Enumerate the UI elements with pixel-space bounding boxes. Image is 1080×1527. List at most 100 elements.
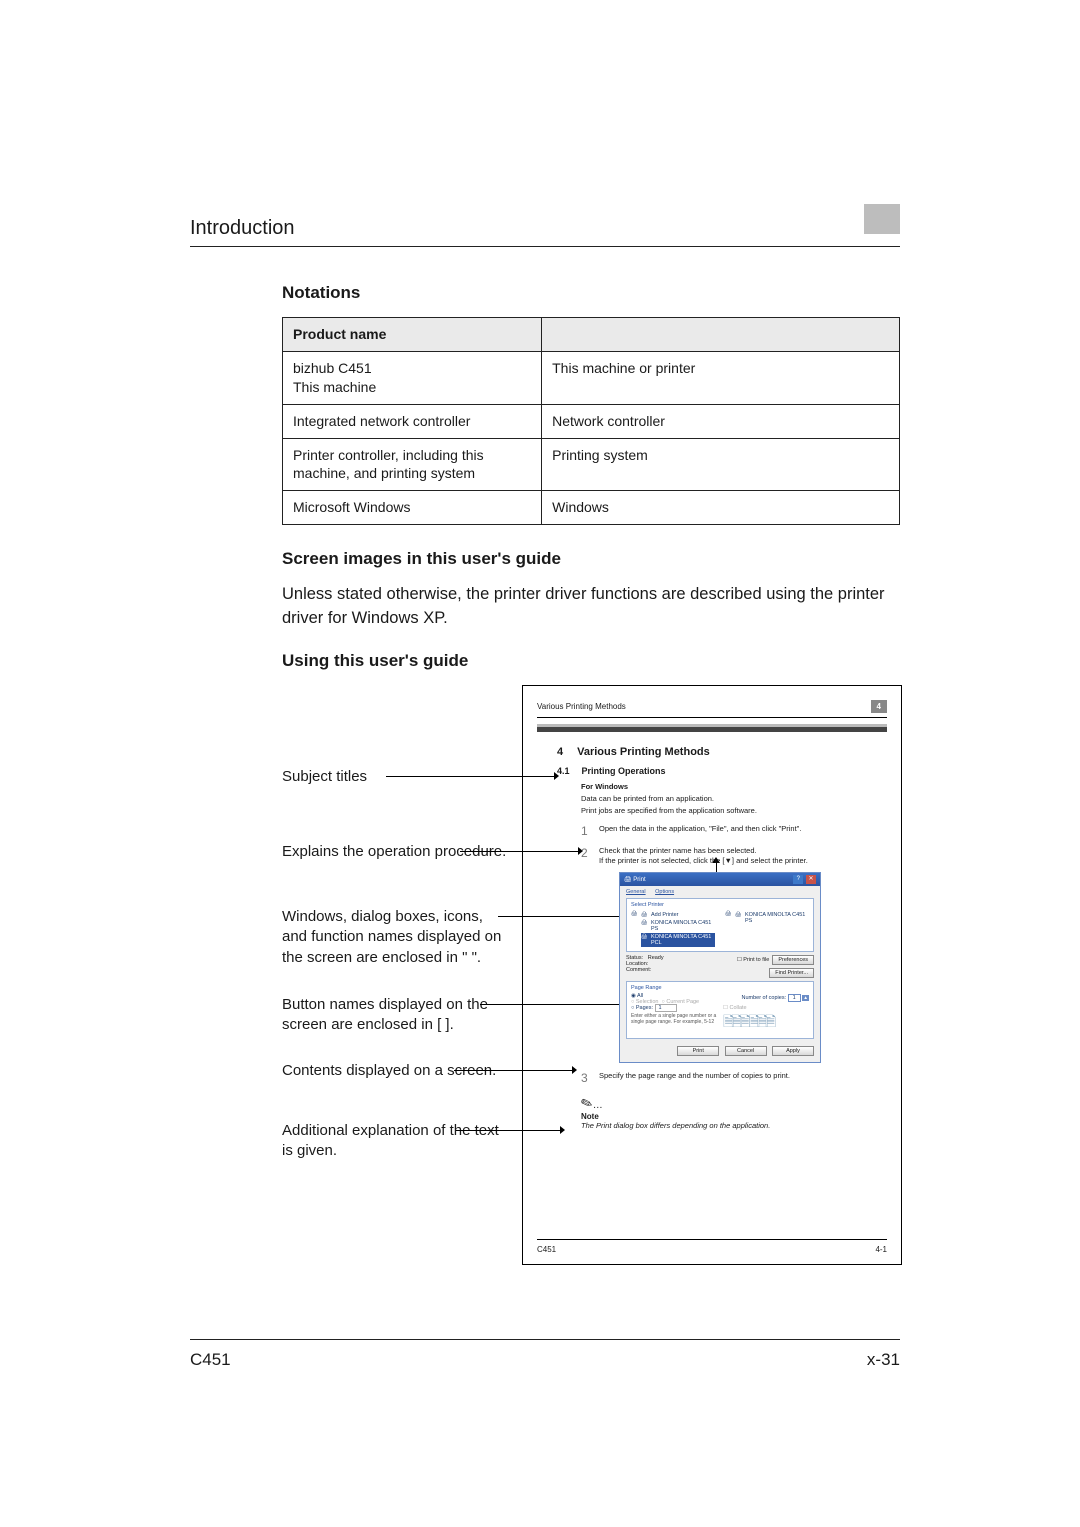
sample-chapter-row: 4 Various Printing Methods — [557, 746, 887, 758]
list-item[interactable]: KONICA MINOLTA C451 PS — [735, 911, 809, 925]
group-title: Select Printer — [631, 902, 809, 908]
comment-label: Comment: — [626, 967, 651, 973]
dialog-titlebar: 🖨 Print ? ✕ — [620, 873, 820, 886]
sample-header-chapter: 4 — [871, 700, 887, 713]
screen-images-body: Unless stated otherwise, the printer dri… — [282, 583, 900, 631]
cell: Integrated network controller — [283, 404, 542, 438]
sample-step: 1 Open the data in the application, "Fil… — [581, 824, 887, 838]
print-dialog: 🖨 Print ? ✕ General Options — [619, 872, 821, 1063]
copies-label: Number of copies: — [741, 995, 786, 1001]
sample-footer-right: 4-1 — [875, 1245, 887, 1254]
callout-quoted-names: Windows, dialog boxes, icons, and functi… — [282, 907, 507, 968]
print-to-file-checkbox[interactable]: Print to file — [743, 957, 769, 963]
table-row: Printer controller, including this machi… — [283, 438, 900, 491]
pages-input[interactable]: 1 — [655, 1004, 677, 1012]
print-button[interactable]: Print — [677, 1046, 719, 1056]
printer-list: Add Printer KONICA MINOLTA C451 PS KONIC… — [631, 910, 809, 948]
callout-additional: Additional explanation of the text is gi… — [282, 1121, 507, 1162]
spinner-icon[interactable]: ▴ — [802, 995, 809, 1001]
cancel-button[interactable]: Cancel — [725, 1046, 767, 1056]
step-text: Specify the page range and the number of… — [599, 1071, 887, 1085]
dialog-title: Print — [633, 877, 645, 883]
collate-checkbox: Collate — [729, 1005, 746, 1011]
note-text: The Print dialog box differs depending o… — [581, 1121, 770, 1130]
sample-step: 2 Check that the printer name has been s… — [581, 846, 887, 866]
cell: Printer controller, including this machi… — [283, 438, 542, 491]
select-printer-group: Select Printer Add Printer KONICA MINOLT… — [626, 898, 814, 952]
tab-options[interactable]: Options — [655, 889, 674, 895]
sample-section-num: 4.1 — [557, 766, 570, 776]
sample-footer-left: C451 — [537, 1245, 556, 1254]
footer-left: C451 — [190, 1350, 231, 1370]
cell: bizhub C451 This machine — [293, 360, 376, 395]
sample-paragraph: Print jobs are specified from the applic… — [581, 806, 887, 816]
list-item[interactable]: Add Printer — [641, 911, 715, 919]
table-row: Microsoft Windows Windows — [283, 491, 900, 525]
list-item[interactable]: KONICA MINOLTA C451 PS — [641, 919, 715, 933]
sample-accent-bar — [537, 724, 887, 732]
page-header: Introduction — [190, 210, 900, 247]
step-number: 3 — [581, 1071, 591, 1085]
step-text: Open the data in the application, "File"… — [599, 824, 887, 838]
cell: Windows — [542, 491, 900, 525]
range-hint: Enter either a single page number or a s… — [631, 1013, 717, 1025]
sample-note: ✎… Note The Print dialog box differs dep… — [581, 1095, 887, 1130]
callout-bracket-buttons: Button names displayed on the screen are… — [282, 995, 507, 1036]
header-chapter-box — [864, 204, 900, 234]
close-icon[interactable]: ✕ — [806, 875, 816, 884]
sample-page: Various Printing Methods 4 4 Various Pri… — [522, 685, 902, 1265]
footer-right: x-31 — [867, 1350, 900, 1370]
copies-input[interactable]: 1 — [788, 994, 801, 1002]
using-guide-diagram: Subject titles Explains the operation pr… — [282, 685, 900, 1305]
help-icon[interactable]: ? — [793, 875, 803, 884]
sample-section-title: Printing Operations — [582, 766, 666, 776]
sample-footer: C451 4-1 — [537, 1239, 887, 1254]
collate-icon: 🗎🗎🗎 🗎🗎🗎 — [723, 1011, 809, 1035]
notations-table: Product name bizhub C451 This machine Th… — [282, 317, 900, 525]
sample-chapter-title: Various Printing Methods — [577, 746, 710, 758]
sample-paragraph: Data can be printed from an application. — [581, 794, 887, 804]
notations-heading: Notations — [282, 283, 900, 303]
step-text-line: If the printer is not selected, click th… — [599, 856, 808, 865]
screen-images-heading: Screen images in this user's guide — [282, 549, 900, 569]
sample-section-row: 4.1 Printing Operations — [557, 766, 887, 776]
sample-subheading: For Windows — [581, 782, 887, 791]
table-header-row: Product name — [283, 318, 900, 352]
apply-button[interactable]: Apply — [772, 1046, 814, 1056]
header-title: Introduction — [190, 217, 295, 240]
callout-operation: Explains the operation procedure. — [282, 842, 506, 862]
sample-header: Various Printing Methods 4 — [537, 700, 887, 718]
note-icon: ✎ — [578, 1093, 595, 1113]
col-product-name: Product name — [283, 318, 542, 352]
callout-screen-contents: Contents displayed on a screen. — [282, 1061, 496, 1081]
step-number: 1 — [581, 824, 591, 838]
step-number: 2 — [581, 846, 591, 866]
dialog-buttons: Print Cancel Apply — [620, 1042, 820, 1062]
cell: Microsoft Windows — [283, 491, 542, 525]
cell: Printing system — [542, 438, 900, 491]
step-text: Check that the printer name has been sel… — [599, 846, 887, 866]
table-row: bizhub C451 This machine This machine or… — [283, 351, 900, 404]
table-row: Integrated network controller Network co… — [283, 404, 900, 438]
col-alias — [542, 318, 900, 352]
cell: This machine or printer — [542, 351, 900, 404]
group-title: Page Range — [631, 985, 717, 991]
page-range-group: Page Range ◉ All ○ Selection ○ Current P… — [626, 981, 814, 1039]
copies-row: Number of copies: 1 ▴ — [723, 995, 809, 1001]
preferences-button[interactable]: Preferences — [772, 955, 814, 965]
radio-label: Pages: — [636, 1005, 653, 1011]
list-item[interactable]: KONICA MINOLTA C451 PCL — [641, 933, 715, 947]
callout-subject-titles: Subject titles — [282, 767, 367, 787]
tab-general[interactable]: General — [626, 889, 646, 895]
cell: Network controller — [542, 404, 900, 438]
status-value: Ready — [648, 955, 664, 961]
sample-header-title: Various Printing Methods — [537, 702, 626, 711]
page-footer: C451 x-31 — [190, 1339, 900, 1370]
find-printer-button[interactable]: Find Printer... — [769, 968, 814, 978]
step-text-line: Check that the printer name has been sel… — [599, 846, 757, 855]
dialog-row: Status: Ready Location: Comment: ☐ Print… — [626, 955, 814, 978]
radio-pages[interactable]: ○ Pages: 1 — [631, 1005, 717, 1011]
sample-step: 3 Specify the page range and the number … — [581, 1071, 887, 1085]
dialog-tabs: General Options — [620, 886, 820, 895]
using-guide-heading: Using this user's guide — [282, 651, 900, 671]
